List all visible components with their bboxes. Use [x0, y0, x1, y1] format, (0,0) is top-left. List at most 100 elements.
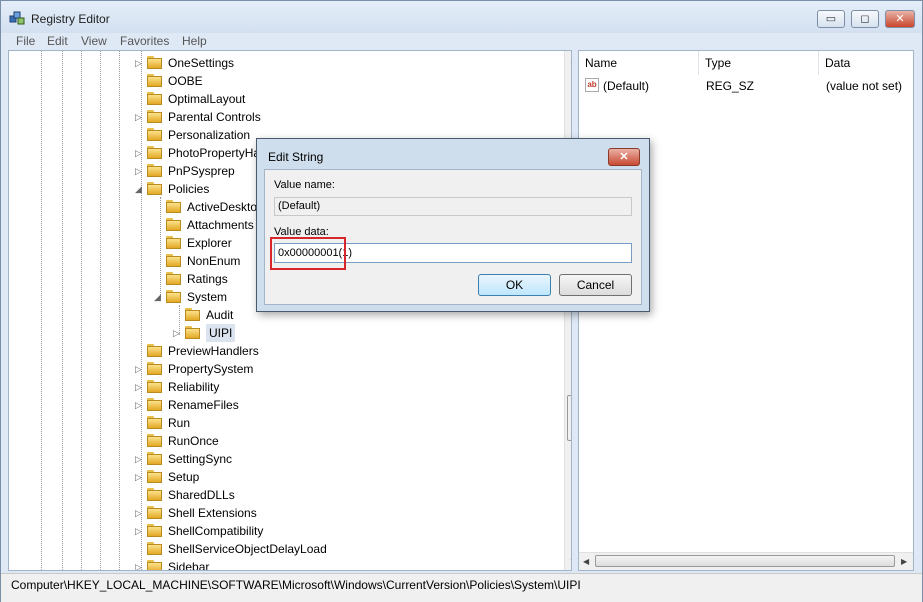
tree-item[interactable]: ▷ Setup: [9, 468, 559, 486]
expand-arrow-icon[interactable]: ▷: [173, 324, 180, 342]
scroll-down-arrow-icon[interactable]: ▼: [569, 557, 571, 566]
menu-help[interactable]: Help: [182, 34, 207, 48]
expand-arrow-icon[interactable]: ▷: [135, 558, 142, 570]
tree-item[interactable]: OOBE: [9, 72, 559, 90]
menu-view[interactable]: View: [81, 34, 107, 48]
folder-icon: [147, 362, 163, 375]
folder-icon: [147, 434, 163, 447]
tree-item-label: Audit: [206, 308, 234, 322]
maximize-button[interactable]: ◻: [851, 10, 879, 28]
tree-item[interactable]: OptimalLayout: [9, 90, 559, 108]
expand-arrow-icon[interactable]: ▷: [135, 144, 142, 162]
tree-item-label: PreviewHandlers: [168, 344, 259, 358]
value-name: (Default): [603, 79, 650, 93]
expand-arrow-icon[interactable]: ▷: [135, 522, 142, 540]
list-scroll-thumb[interactable]: [595, 555, 895, 567]
minimize-icon: ▭: [825, 13, 837, 25]
grip-line: [571, 419, 572, 420]
tree-item[interactable]: ▷ SettingSync: [9, 450, 559, 468]
folder-icon: [147, 110, 163, 123]
expand-arrow-icon[interactable]: ▷: [135, 450, 142, 468]
ab-string-icon: ab: [585, 78, 599, 92]
tree-item-label: SharedDLLs: [168, 488, 235, 502]
expand-arrow-icon[interactable]: ▷: [135, 396, 142, 414]
tree-item[interactable]: PreviewHandlers: [9, 342, 559, 360]
window-title: Registry Editor: [31, 12, 110, 26]
column-header-data[interactable]: Data: [819, 51, 913, 75]
tree-item-label: NonEnum: [187, 254, 241, 268]
collapse-arrow-icon[interactable]: ◢: [154, 288, 161, 306]
tree-item[interactable]: ▷ Shell Extensions: [9, 504, 559, 522]
tree-item[interactable]: ShellServiceObjectDelayLoad: [9, 540, 559, 558]
dialog-close-button[interactable]: ✕: [608, 148, 640, 166]
folder-icon: [147, 92, 163, 105]
value-name-label: Value name:: [274, 179, 335, 191]
tree-item-label: Sidebar: [168, 560, 210, 571]
tree-item-label: Parental Controls: [168, 110, 261, 124]
folder-icon: [166, 200, 182, 213]
tree-item[interactable]: ▷ Parental Controls: [9, 108, 559, 126]
folder-icon: [147, 506, 163, 519]
tree-item-label: ActiveDesktop: [187, 200, 264, 214]
title-bar: Registry Editor ▭ ◻ ✕: [1, 1, 922, 33]
annotation-highlight-box: [270, 237, 346, 270]
tree-item[interactable]: ▷ Sidebar: [9, 558, 559, 571]
scroll-up-arrow-icon[interactable]: ▲: [569, 56, 571, 65]
scroll-left-arrow-icon[interactable]: ◀: [583, 557, 589, 566]
tree-item[interactable]: Run: [9, 414, 559, 432]
folder-icon: [147, 452, 163, 465]
folder-icon: [147, 560, 163, 570]
tree-item[interactable]: RunOnce: [9, 432, 559, 450]
tree-item-label: OneSettings: [168, 56, 235, 70]
scroll-right-arrow-icon[interactable]: ▶: [901, 557, 907, 566]
tree-item-label: Run: [168, 416, 191, 430]
ok-button[interactable]: OK: [478, 274, 551, 296]
expand-arrow-icon[interactable]: ▷: [135, 360, 142, 378]
expand-arrow-icon[interactable]: ▷: [135, 504, 142, 522]
tree-item[interactable]: ▷ RenameFiles: [9, 396, 559, 414]
minimize-button[interactable]: ▭: [817, 10, 845, 28]
expand-arrow-icon[interactable]: ▷: [135, 54, 142, 72]
folder-icon: [166, 236, 182, 249]
tree-item[interactable]: ▷ Reliability: [9, 378, 559, 396]
tree-item-label: Attachments: [187, 218, 254, 232]
cancel-button[interactable]: Cancel: [559, 274, 632, 296]
tree-item-label: ShellServiceObjectDelayLoad: [168, 542, 327, 556]
edit-string-dialog: Edit String ✕ Value name: (Default) Valu…: [256, 138, 650, 312]
close-icon: ✕: [895, 13, 905, 25]
dialog-title: Edit String: [268, 150, 324, 164]
expand-arrow-icon[interactable]: ▷: [135, 162, 142, 180]
close-icon: ✕: [619, 151, 629, 163]
folder-icon: [147, 380, 163, 393]
grip-line: [571, 416, 572, 417]
collapse-arrow-icon[interactable]: ◢: [135, 180, 142, 198]
status-path: Computer\HKEY_LOCAL_MACHINE\SOFTWARE\Mic…: [11, 578, 581, 592]
tree-item-label: ShellCompatibility: [168, 524, 264, 538]
expand-arrow-icon[interactable]: ▷: [135, 468, 142, 486]
tree-item[interactable]: SharedDLLs: [9, 486, 559, 504]
tree-item[interactable]: ▷ PropertySystem: [9, 360, 559, 378]
menu-file[interactable]: File: [16, 34, 35, 48]
close-window-button[interactable]: ✕: [885, 10, 915, 28]
folder-icon: [185, 326, 201, 339]
folder-icon: [166, 254, 182, 267]
column-header-name[interactable]: Name: [579, 51, 699, 75]
tree-item-label: PropertySystem: [168, 362, 254, 376]
tree-item[interactable]: ▷ OneSettings: [9, 54, 559, 72]
expand-arrow-icon[interactable]: ▷: [135, 108, 142, 126]
menu-edit[interactable]: Edit: [47, 34, 68, 48]
menu-favorites[interactable]: Favorites: [120, 34, 169, 48]
column-header-type[interactable]: Type: [699, 51, 819, 75]
folder-icon: [185, 308, 201, 321]
tree-item[interactable]: ▷ ShellCompatibility: [9, 522, 559, 540]
registry-editor-icon: [9, 11, 25, 25]
tree-item-label: Shell Extensions: [168, 506, 257, 520]
tree-item-label: OptimalLayout: [168, 92, 246, 106]
tree-item-label: RunOnce: [168, 434, 219, 448]
list-horizontal-scrollbar[interactable]: ◀ ▶: [579, 552, 913, 570]
menu-bar: File Edit View Favorites Help: [1, 33, 922, 49]
tree-item[interactable]: ▷ UIPI: [9, 324, 559, 342]
expand-arrow-icon[interactable]: ▷: [135, 378, 142, 396]
tree-scroll-thumb[interactable]: [567, 395, 572, 441]
grip-line: [571, 413, 572, 414]
